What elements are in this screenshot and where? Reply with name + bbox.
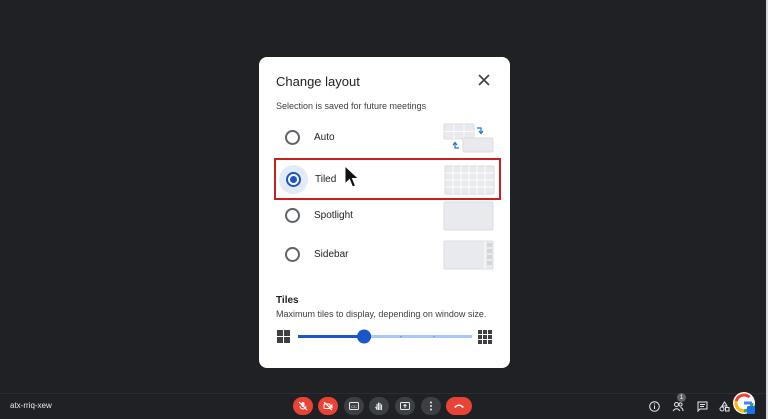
raise-hand-button[interactable] <box>369 397 389 415</box>
captions-button[interactable]: CC <box>344 397 364 415</box>
few-tiles-icon <box>277 330 290 343</box>
dialog-title: Change layout <box>276 74 360 89</box>
google-logo-icon <box>733 392 755 414</box>
more-vert-icon <box>430 401 432 411</box>
end-call-icon <box>454 404 464 408</box>
spotlight-layout-icon <box>443 201 494 231</box>
radio-sidebar[interactable] <box>285 247 300 262</box>
radio-spotlight[interactable] <box>285 208 300 223</box>
more-options-button[interactable] <box>421 397 441 415</box>
layout-option-label: Spotlight <box>314 210 353 221</box>
slider-thumb[interactable] <box>357 329 372 344</box>
close-icon <box>478 74 490 86</box>
svg-text:CC: CC <box>351 404 357 409</box>
activities-button[interactable] <box>716 398 732 414</box>
auto-layout-icon <box>443 123 494 153</box>
layout-option-spotlight[interactable]: Spotlight <box>276 197 500 235</box>
radio-auto[interactable] <box>285 130 300 145</box>
many-tiles-icon <box>478 330 492 344</box>
change-layout-dialog: Change layout Selection is saved for fut… <box>259 57 510 368</box>
present-screen-icon <box>400 401 410 410</box>
layout-option-label: Auto <box>314 132 335 143</box>
people-icon <box>672 401 684 411</box>
radio-tiled[interactable] <box>286 172 301 187</box>
leave-call-button[interactable] <box>446 397 472 415</box>
layout-option-label: Sidebar <box>314 249 349 260</box>
layout-option-tiled[interactable]: Tiled <box>274 158 501 200</box>
sidebar-layout-icon <box>443 240 494 270</box>
layout-option-auto[interactable]: Auto <box>276 119 500 157</box>
meeting-details-button[interactable] <box>646 398 662 414</box>
dialog-subtitle: Selection is saved for future meetings <box>276 101 427 111</box>
meeting-code: atx-rriq-xew <box>10 401 52 410</box>
participants-count-badge: 1 <box>677 393 686 402</box>
info-icon <box>648 400 660 412</box>
captions-icon: CC <box>349 402 359 410</box>
present-button[interactable] <box>395 397 415 415</box>
tiles-heading: Tiles <box>276 295 299 306</box>
layout-option-label: Tiled <box>315 174 337 185</box>
activities-icon <box>719 400 729 411</box>
tiles-description: Maximum tiles to display, depending on w… <box>276 309 487 319</box>
chat-button[interactable] <box>694 398 710 414</box>
chat-icon <box>697 401 707 412</box>
tiled-layout-icon <box>444 165 495 195</box>
tiles-slider[interactable] <box>276 327 494 347</box>
camera-off-icon <box>323 401 333 411</box>
mouse-cursor-icon <box>344 165 360 188</box>
layout-option-sidebar[interactable]: Sidebar <box>276 236 500 274</box>
camera-off-button[interactable] <box>318 397 338 415</box>
mic-off-button[interactable] <box>293 397 313 415</box>
raise-hand-icon <box>375 402 383 410</box>
mic-off-icon <box>298 401 308 411</box>
close-button[interactable] <box>473 69 495 91</box>
